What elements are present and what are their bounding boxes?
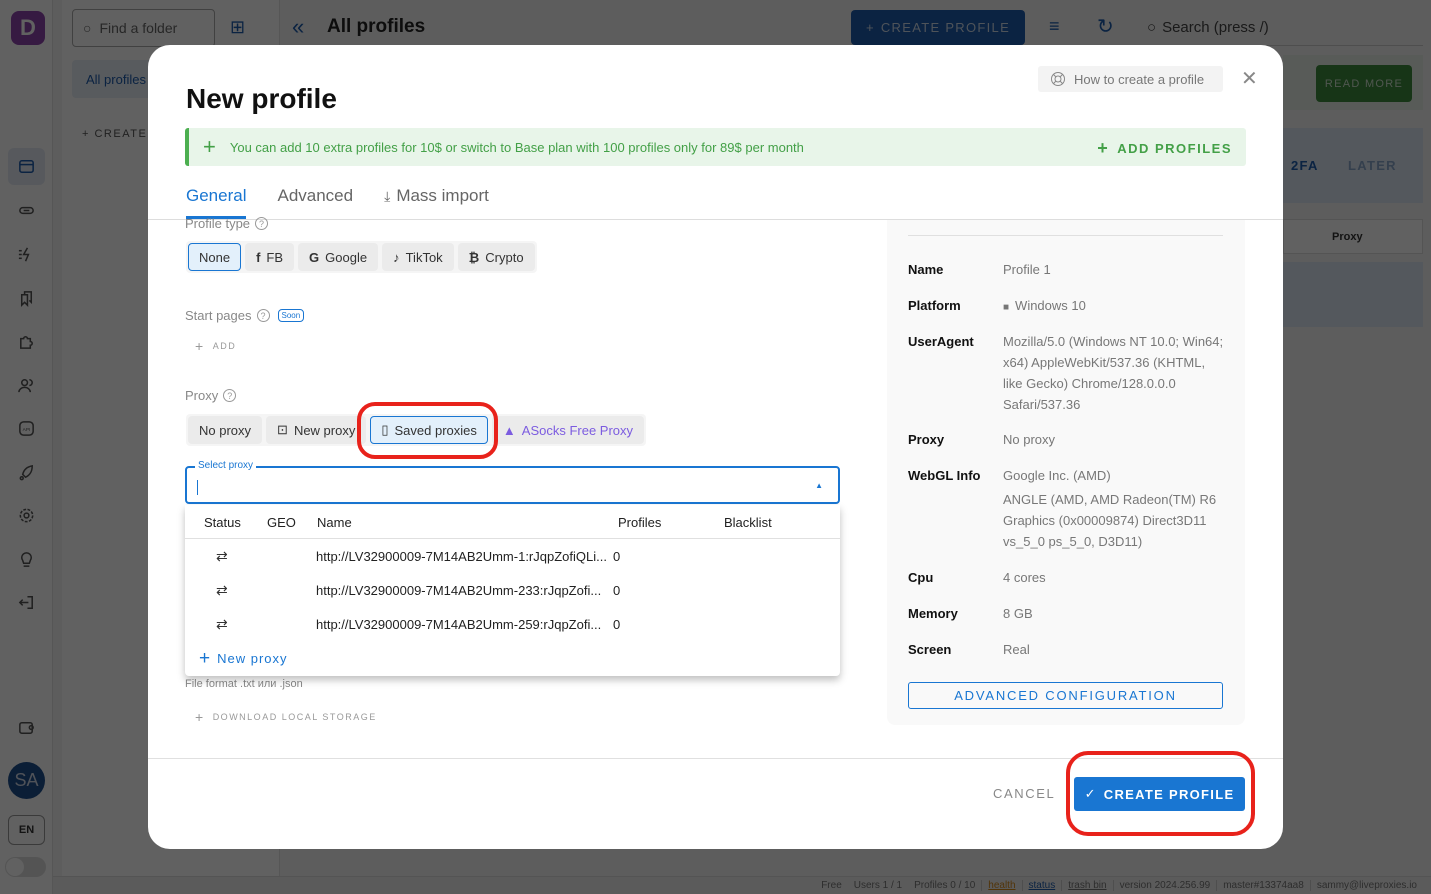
- profile-summary: Name Profile 1 Platform ■ Windows 10 UserAg…: [887, 220, 1245, 725]
- how-to-button[interactable]: How to create a profile: [1038, 66, 1223, 92]
- profile-type-crypto[interactable]: ₿ Crypto: [457, 243, 535, 271]
- plus-icon: +: [203, 134, 216, 159]
- tiktok-icon: ♪: [393, 249, 400, 265]
- proxy-option-none[interactable]: No proxy: [188, 416, 263, 444]
- tab-general[interactable]: General: [186, 183, 247, 219]
- add-start-page-button[interactable]: + ADD: [195, 338, 236, 354]
- new-proxy-button[interactable]: + New proxy: [199, 649, 288, 668]
- proxy-label: Proxy?: [185, 388, 237, 403]
- profile-type-tiktok[interactable]: ♪ TikTok: [382, 243, 454, 271]
- dialog-title: New profile: [186, 83, 337, 114]
- cancel-button[interactable]: CANCEL: [993, 786, 1055, 801]
- asocks-icon: ▲: [502, 422, 516, 438]
- promo-banner: + You can add 10 extra profiles for 10$ …: [185, 128, 1246, 166]
- select-proxy-input[interactable]: Select proxy ▲: [185, 460, 840, 504]
- tab-mass-import[interactable]: ⤓ Mass import: [384, 183, 489, 219]
- swap-icon: ⇄: [216, 548, 228, 564]
- proxy-table-header: Status GEO Name Profiles Blacklist: [185, 505, 840, 539]
- plus-icon: +: [199, 648, 212, 669]
- promo-text: You can add 10 extra profiles for 10$ or…: [229, 139, 804, 155]
- swap-icon: ⇄: [216, 582, 228, 598]
- file-format-hint: File format .txt или .json: [185, 678, 303, 690]
- bitcoin-icon: ₿: [468, 249, 480, 265]
- plus-icon: +: [195, 338, 205, 354]
- tab-advanced[interactable]: Advanced: [277, 183, 353, 219]
- download-local-storage-button[interactable]: + DOWNLOAD LOCAL STORAGE: [195, 709, 377, 725]
- add-profiles-button[interactable]: + ADD PROFILES: [1097, 138, 1232, 159]
- help-icon[interactable]: ?: [255, 217, 269, 230]
- proxy-row[interactable]: ⇄ http://LV32900009-7M14AB2Umm-259:rJqpZ…: [185, 607, 840, 641]
- profile-type-selector: None f FB G Google ♪ TikTok ₿ Crypto: [186, 241, 537, 273]
- start-pages-label: Start pages? Soon: [185, 308, 305, 323]
- help-icon[interactable]: ?: [256, 309, 270, 322]
- lifebuoy-icon: [1051, 72, 1065, 86]
- soon-badge: Soon: [277, 309, 305, 322]
- highlight-ring: [1066, 751, 1255, 836]
- profile-type-label: Profile type?: [185, 216, 269, 231]
- plus-icon: +: [195, 709, 205, 725]
- facebook-icon: f: [256, 249, 261, 265]
- highlight-ring: [357, 402, 498, 459]
- proxy-row[interactable]: ⇄ http://LV32900009-7M14AB2Umm-1:rJqpZof…: [185, 539, 840, 573]
- swap-icon: ⇄: [216, 616, 228, 632]
- profile-type-none[interactable]: None: [188, 243, 242, 271]
- caret-up-icon[interactable]: ▲: [815, 481, 823, 490]
- advanced-configuration-button[interactable]: ADVANCED CONFIGURATION: [908, 682, 1223, 709]
- dialog-tabs: General Advanced ⤓ Mass import: [186, 183, 489, 219]
- download-icon: ⤓: [384, 188, 391, 204]
- proxy-option-asocks[interactable]: ▲ ASocks Free Proxy: [491, 416, 645, 444]
- close-icon[interactable]: ✕: [1241, 69, 1258, 89]
- windows-icon: ■: [1003, 302, 1010, 313]
- add-box-icon: ⊡: [277, 422, 288, 437]
- plus-icon: +: [1097, 138, 1110, 158]
- proxy-row[interactable]: ⇄ http://LV32900009-7M14AB2Umm-233:rJqpZ…: [185, 573, 840, 607]
- profile-type-fb[interactable]: f FB: [245, 243, 295, 271]
- text-caret: [197, 480, 198, 495]
- proxy-option-new[interactable]: ⊡ New proxy: [266, 416, 367, 444]
- new-profile-dialog: New profile How to create a profile ✕ + …: [148, 45, 1283, 849]
- help-icon[interactable]: ?: [223, 389, 237, 402]
- google-icon: G: [309, 249, 320, 265]
- divider: [908, 235, 1223, 236]
- proxy-dropdown: Status GEO Name Profiles Blacklist ⇄ htt…: [185, 505, 840, 676]
- profile-type-google[interactable]: G Google: [298, 243, 379, 271]
